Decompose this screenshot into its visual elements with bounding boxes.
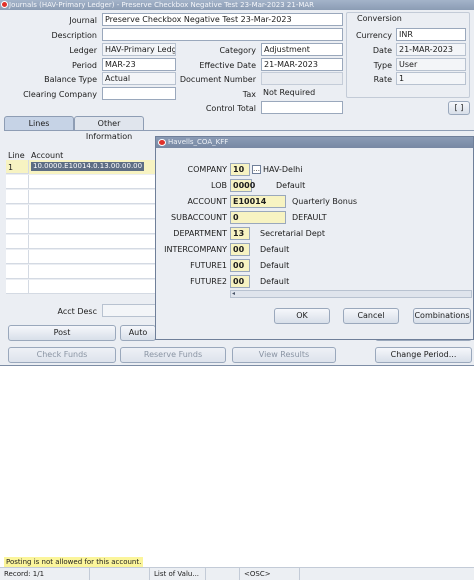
effective-date-label: Effective Date: [199, 61, 256, 70]
segment-label-account: ACCOUNT: [187, 197, 227, 206]
document-number-label: Document Number: [179, 75, 256, 84]
record-indicator: Record: 1/1: [0, 568, 90, 580]
currency-label: Currency: [355, 31, 392, 40]
segment-input-future1[interactable]: 00: [230, 259, 250, 272]
segment-label-subaccount: SUBACCOUNT: [171, 213, 227, 222]
segment-label-department: DEPARTMENT: [173, 229, 227, 238]
clearing-company-label: Clearing Company: [23, 90, 97, 99]
reserve-funds-button[interactable]: Reserve Funds: [120, 347, 226, 363]
dialog-horizontal-scrollbar[interactable]: ◂: [230, 290, 472, 298]
segment-input-department[interactable]: 13: [230, 227, 250, 240]
description-field[interactable]: [102, 28, 343, 41]
tax-field: Not Required: [263, 88, 316, 97]
description-label: Description: [51, 31, 97, 40]
combinations-button-label: Combinations: [414, 311, 470, 320]
segment-label-lob: LOB: [211, 181, 227, 190]
segment-desc-subaccount: DEFAULT: [292, 213, 327, 222]
status-message: Posting is not allowed for this account.: [4, 557, 144, 567]
autoreverse-button[interactable]: Auto: [120, 325, 156, 341]
acct-desc-field[interactable]: [102, 304, 158, 317]
ledger-field[interactable]: HAV-Primary Ledge: [102, 43, 176, 56]
segment-desc-lob: Default: [276, 181, 306, 190]
tab-lines[interactable]: Lines: [4, 116, 74, 130]
ledger-label: Ledger: [69, 46, 97, 55]
conversion-rate-label: Rate: [373, 75, 392, 84]
balance-type-label: Balance Type: [44, 75, 97, 84]
oracle-app-icon: [1, 1, 8, 8]
segment-desc-department: Secretarial Dept: [260, 229, 325, 238]
category-field[interactable]: Adjustment: [261, 43, 343, 56]
change-period-button[interactable]: Change Period...: [375, 347, 472, 363]
period-label: Period: [72, 61, 97, 70]
segment-input-account[interactable]: E10014: [230, 195, 286, 208]
scroll-left-icon[interactable]: ◂: [232, 291, 235, 297]
tab-other-information[interactable]: Other Information: [74, 116, 144, 141]
segment-input-lob[interactable]: 0000: [230, 179, 255, 192]
account-column-header: Account: [31, 151, 64, 160]
oracle-app-icon: [158, 139, 166, 146]
period-field[interactable]: MAR-23: [102, 58, 176, 71]
conversion-type-field[interactable]: User: [396, 58, 466, 71]
segment-label-intercompany: INTERCOMPANY: [164, 245, 227, 254]
osc-indicator: <OSC>: [240, 568, 300, 580]
conversion-date-field[interactable]: 21-MAR-2023: [396, 43, 466, 56]
line-column-header: Line: [8, 151, 25, 160]
ok-button-label: OK: [296, 311, 308, 320]
effective-date-field[interactable]: 21-MAR-2023: [261, 58, 343, 71]
segment-label-future1: FUTURE1: [190, 261, 227, 270]
segment-label-company: COMPANY: [187, 165, 227, 174]
ok-button[interactable]: OK: [274, 308, 330, 324]
segment-desc-intercompany: Default: [260, 245, 290, 254]
kff-dialog-title: Havells_COA_KFF: [168, 138, 229, 146]
segment-desc-account: Quarterly Bonus: [292, 197, 358, 206]
conversion-date-label: Date: [372, 46, 392, 55]
clearing-company-field[interactable]: [102, 87, 176, 100]
control-total-field[interactable]: [261, 101, 343, 114]
currency-field[interactable]: INR: [396, 28, 466, 41]
category-label: Category: [219, 46, 256, 55]
window-title: Journals (HAV-Primary Ledger) - Preserve…: [9, 1, 315, 9]
combinations-button[interactable]: Combinations: [413, 308, 471, 324]
conversion-rate-field[interactable]: 1: [396, 72, 466, 85]
cancel-button[interactable]: Cancel: [343, 308, 399, 324]
post-button[interactable]: Post: [8, 325, 116, 341]
window-title-bar[interactable]: Journals (HAV-Primary Ledger) - Preserve…: [0, 0, 474, 10]
segment-label-future2: FUTURE2: [190, 277, 227, 286]
segment-input-subaccount[interactable]: 0: [230, 211, 286, 224]
lov-button-icon[interactable]: …: [252, 165, 261, 174]
kff-dialog-title-bar[interactable]: Havells_COA_KFF: [156, 137, 473, 148]
segment-input-company[interactable]: 10: [230, 163, 250, 176]
status-cell-empty: [206, 568, 240, 580]
acct-desc-label: Acct Desc: [57, 307, 97, 316]
control-total-label: Control Total: [205, 104, 256, 113]
line-number-cell: 1: [8, 163, 14, 172]
segment-desc-future2: Default: [260, 277, 290, 286]
check-funds-button[interactable]: Check Funds: [8, 347, 116, 363]
segment-input-future2[interactable]: 00: [230, 275, 250, 288]
cancel-button-label: Cancel: [357, 311, 385, 320]
view-results-button[interactable]: View Results: [232, 347, 336, 363]
list-of-values-indicator: List of Valu...: [150, 568, 206, 580]
segment-desc-company: HAV-Delhi: [263, 165, 303, 174]
document-number-field[interactable]: [261, 72, 343, 85]
balance-type-field[interactable]: Actual: [102, 72, 176, 85]
journal-field[interactable]: Preserve Checkbox Negative Test 23-Mar-2…: [102, 13, 343, 26]
conversion-title: Conversion: [355, 14, 404, 23]
segment-desc-future1: Default: [260, 261, 290, 270]
status-bar: Record: 1/1 List of Valu... <OSC>: [0, 567, 474, 580]
segment-input-intercompany[interactable]: 00: [230, 243, 250, 256]
descriptive-flexfield-button[interactable]: [ ]: [448, 101, 470, 115]
status-cell-empty: [90, 568, 150, 580]
kff-dialog: Havells_COA_KFF COMPANY 10 … HAV-Delhi L…: [155, 136, 474, 340]
journal-label: Journal: [69, 16, 97, 25]
conversion-type-label: Type: [373, 61, 392, 70]
tax-label: Tax: [242, 90, 256, 99]
